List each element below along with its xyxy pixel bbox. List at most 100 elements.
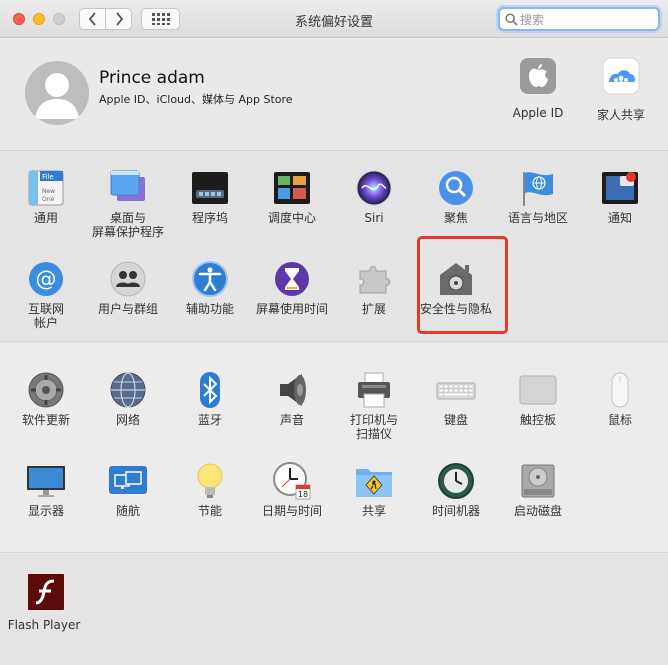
siri-icon	[356, 170, 392, 206]
keyboard-label: 键盘	[443, 413, 468, 427]
internet-accounts-pane[interactable]: @ 互联网 帐户	[5, 259, 87, 330]
other-section: Flash Player	[0, 554, 668, 665]
printer-scanner-label: 打印机与 扫描仪	[349, 413, 398, 441]
avatar[interactable]	[25, 61, 89, 125]
flash-player-icon	[28, 574, 64, 610]
flash-player-pane[interactable]: Flash Player	[5, 572, 87, 632]
time-machine-pane[interactable]: 时间机器	[415, 461, 497, 518]
trackpad-pane[interactable]: 触控板	[497, 370, 579, 427]
users-groups-pane[interactable]: 用户与群组	[87, 259, 169, 316]
user-subtitle: Apple ID、iCloud、媒体与 App Store	[99, 93, 293, 106]
energy-saver-icon	[197, 463, 223, 498]
sidecar-label: 随航	[115, 504, 140, 518]
displays-pane[interactable]: 显示器	[5, 461, 87, 518]
desktop-screensaver-pane[interactable]: 桌面与 屏幕保护程序	[87, 168, 169, 239]
bluetooth-icon	[200, 372, 220, 408]
network-label: 网络	[115, 413, 140, 427]
svg-text:File: File	[42, 173, 54, 181]
search-icon	[505, 13, 518, 26]
desktop-screensaver-icon	[110, 170, 145, 201]
sound-pane[interactable]: 声音	[251, 370, 333, 427]
displays-icon	[27, 466, 65, 497]
time-machine-icon	[438, 463, 474, 499]
user-silhouette-icon	[35, 73, 79, 119]
keyboard-icon	[436, 382, 476, 400]
dock-pane[interactable]: 程序坞	[169, 168, 251, 225]
search-input[interactable]	[520, 11, 654, 28]
extensions-label: 扩展	[361, 302, 386, 316]
svg-text:New: New	[42, 188, 55, 195]
mission-control-pane[interactable]: 调度中心	[251, 168, 333, 225]
siri-pane[interactable]: Siri	[333, 168, 415, 225]
svg-text:@: @	[36, 267, 57, 291]
extensions-icon	[359, 266, 391, 294]
users-groups-label: 用户与群组	[97, 302, 158, 316]
accessibility-label: 辅助功能	[185, 302, 234, 316]
general-icon: File New One	[28, 170, 64, 206]
network-icon	[110, 372, 146, 408]
date-time-pane[interactable]: 18 日期与时间	[251, 461, 333, 518]
displays-label: 显示器	[27, 504, 64, 518]
screen-time-label: 屏幕使用时间	[255, 302, 328, 316]
general-pane[interactable]: File New One 通用	[5, 168, 87, 225]
language-region-pane[interactable]: 语言与地区	[497, 168, 579, 225]
energy-saver-pane[interactable]: 节能	[169, 461, 251, 518]
software-update-label: 软件更新	[21, 413, 70, 427]
svg-text:One: One	[42, 196, 55, 203]
notifications-icon	[602, 172, 638, 204]
sound-icon	[280, 374, 306, 406]
account-section: Prince adam Apple ID、iCloud、媒体与 App Stor…	[0, 38, 668, 151]
network-pane[interactable]: 网络	[87, 370, 169, 427]
software-update-icon	[28, 372, 64, 408]
sharing-pane[interactable]: 共享	[333, 461, 415, 518]
date-time-icon: 18	[273, 462, 311, 500]
notifications-label: 通知	[607, 211, 632, 225]
sidecar-pane[interactable]: 随航	[87, 461, 169, 518]
startup-disk-label: 启动磁盘	[513, 504, 562, 518]
hardware-section: 软件更新 网络 蓝牙 声音 打印机与 扫描仪 键盘 触控板 鼠标 显示器 随航 …	[0, 343, 668, 553]
bluetooth-label: 蓝牙	[197, 413, 222, 427]
startup-disk-pane[interactable]: 启动磁盘	[497, 461, 579, 518]
personal-section: File New One 通用 桌面与 屏幕保护程序 程序坞 调度中心 Siri…	[0, 152, 668, 342]
spotlight-icon	[439, 171, 473, 205]
date-time-label: 日期与时间	[261, 504, 322, 518]
trackpad-icon	[519, 375, 557, 405]
desktop-screensaver-label: 桌面与 屏幕保护程序	[91, 211, 164, 239]
family-sharing-pane[interactable]: 家人共享	[581, 56, 661, 123]
apple-id-label: Apple ID	[512, 106, 564, 120]
highlight-box	[417, 236, 508, 334]
search-field[interactable]	[498, 7, 660, 31]
printer-scanner-icon	[358, 372, 390, 408]
keyboard-pane[interactable]: 键盘	[415, 370, 497, 427]
printer-scanner-pane[interactable]: 打印机与 扫描仪	[333, 370, 415, 441]
siri-label: Siri	[364, 211, 384, 225]
sharing-label: 共享	[361, 504, 386, 518]
mission-control-label: 调度中心	[267, 211, 316, 225]
energy-saver-label: 节能	[197, 504, 222, 518]
extensions-pane[interactable]: 扩展	[333, 259, 415, 316]
family-sharing-label: 家人共享	[596, 108, 645, 122]
general-label: 通用	[33, 211, 58, 225]
screen-time-icon	[275, 262, 309, 296]
language-region-label: 语言与地区	[507, 211, 568, 225]
flash-player-label: Flash Player	[7, 618, 81, 632]
language-region-icon	[523, 172, 553, 206]
software-update-pane[interactable]: 软件更新	[5, 370, 87, 427]
user-name[interactable]: Prince adam	[99, 68, 205, 88]
bluetooth-pane[interactable]: 蓝牙	[169, 370, 251, 427]
notifications-pane[interactable]: 通知	[579, 168, 661, 225]
screen-time-pane[interactable]: 屏幕使用时间	[251, 259, 333, 316]
accessibility-pane[interactable]: 辅助功能	[169, 259, 251, 316]
internet-accounts-icon: @	[29, 262, 63, 296]
apple-id-pane[interactable]: Apple ID	[498, 56, 578, 120]
sidecar-icon	[109, 466, 147, 494]
dock-icon	[192, 172, 228, 204]
internet-accounts-label: 互联网 帐户	[27, 302, 64, 330]
trackpad-label: 触控板	[519, 413, 556, 427]
spotlight-pane[interactable]: 聚焦	[415, 168, 497, 225]
users-groups-icon	[110, 261, 146, 297]
mouse-pane[interactable]: 鼠标	[579, 370, 661, 427]
dock-label: 程序坞	[191, 211, 228, 225]
mouse-icon	[611, 372, 629, 408]
mouse-label: 鼠标	[607, 413, 632, 427]
